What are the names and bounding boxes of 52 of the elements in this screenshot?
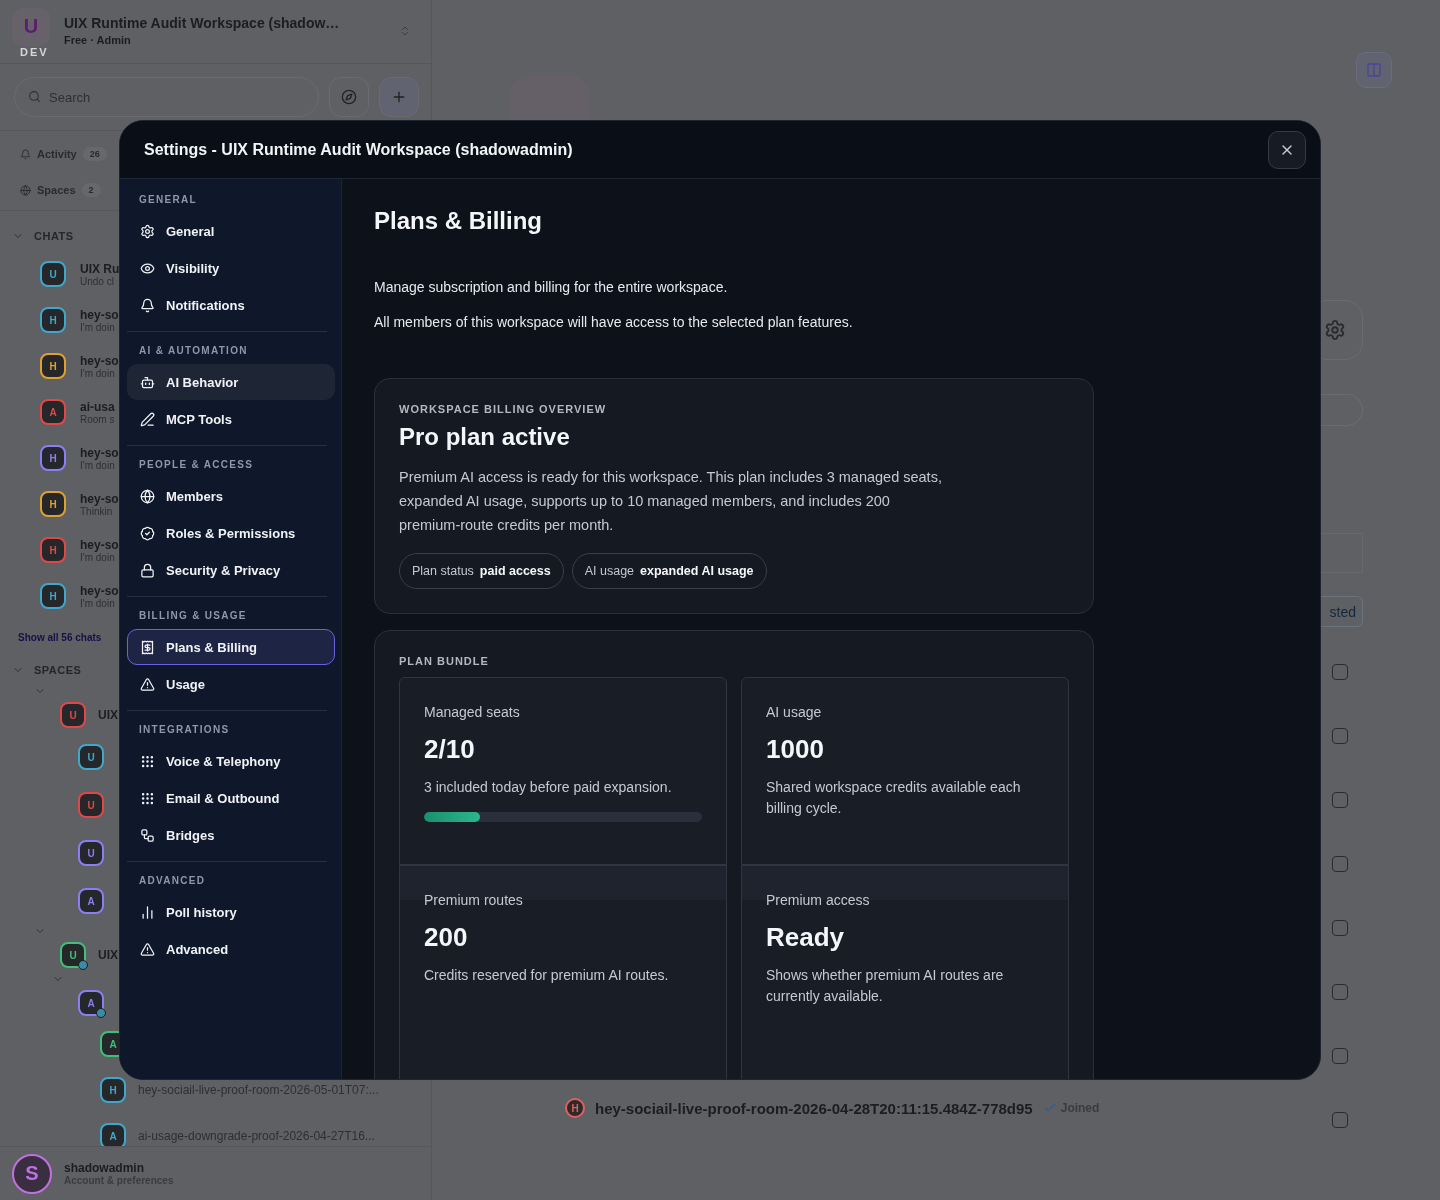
group-title: BILLING & USAGE [138, 609, 248, 623]
page-description: Manage subscription and billing for the entire workspace. [374, 279, 729, 295]
count-badge: 2 [81, 183, 101, 197]
avatar: H [100, 1077, 126, 1103]
group-title: ADVANCED [138, 874, 207, 888]
stat-value: 2/10 [424, 734, 476, 765]
workspace-plan: Free · Admin [64, 34, 132, 46]
avatar: U [78, 792, 104, 818]
card-eyebrow: PLAN BUNDLE [399, 655, 490, 667]
avatar: A [100, 1123, 126, 1149]
account-name: shadowadmin [64, 1161, 145, 1175]
group-title: PEOPLE & ACCESS [138, 458, 255, 472]
stat-value: 1000 [766, 734, 825, 765]
avatar: U [78, 744, 104, 770]
chat-avatar: H [40, 491, 66, 517]
avatar: U [78, 840, 104, 866]
stat-note: Credits reserved for premium AI routes. [424, 966, 670, 985]
avatar: U [60, 702, 86, 728]
workspace-name: UIX Runtime Audit Workspace (shadow… [64, 15, 341, 31]
stat-note: 3 included today before paid expansion. [424, 778, 673, 797]
card-description: Premium AI access is ready for this workspace. This plan includes 3 managed seats, expanded AI usage, supports up to 10 managed members, and includes 200 premium-route credits per month. [399, 468, 943, 535]
stat-value: Ready [766, 922, 846, 953]
stat-label: Premium access [766, 892, 871, 908]
chat-avatar: H [40, 353, 66, 379]
count-badge: 26 [82, 147, 107, 161]
stat-label: AI usage [766, 704, 823, 720]
room-avatar: H [565, 1098, 585, 1118]
group-title: AI & AUTOMATION [138, 344, 249, 358]
group-title: GENERAL [138, 193, 198, 207]
page-heading: Plans & Billing [374, 207, 544, 235]
stat-note: Shared workspace credits available each billing cycle. [766, 778, 1022, 818]
stat-note: Shows whether premium AI routes are currently available. [766, 966, 1005, 1006]
chat-avatar: H [40, 307, 66, 333]
stat-label: Premium routes [424, 892, 524, 908]
group-title: INTEGRATIONS [138, 723, 231, 737]
section-title: CHATS [34, 230, 74, 242]
dialog-title: Settings - UIX Runtime Audit Workspace (shadowadmin) [144, 140, 573, 159]
chat-avatar: H [40, 537, 66, 563]
stat-label: Managed seats [424, 704, 521, 720]
card-title: Pro plan active [399, 423, 571, 451]
avatar: U [60, 942, 86, 968]
avatar: A [78, 888, 104, 914]
chat-avatar: H [40, 583, 66, 609]
stat-value: 200 [424, 922, 469, 953]
card-eyebrow: WORKSPACE BILLING OVERVIEW [399, 403, 608, 415]
chat-avatar: U [40, 261, 66, 287]
page-description: All members of this workspace will have access to the selected plan features. [374, 314, 854, 330]
avatar: A [78, 990, 104, 1016]
section-title: SPACES [34, 664, 82, 676]
chat-avatar: H [40, 445, 66, 471]
chat-avatar: A [40, 399, 66, 425]
environment-label: DEV [20, 46, 49, 58]
